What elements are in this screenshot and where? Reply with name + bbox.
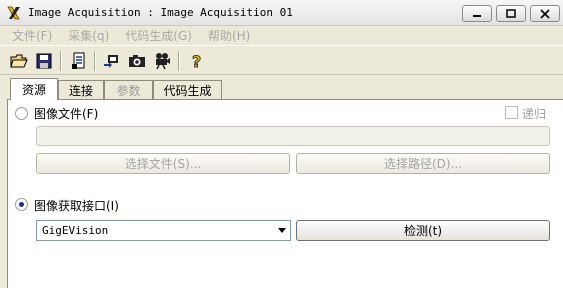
select-path-button[interactable]: 选择路径(D)... [296, 153, 550, 174]
tab-resources[interactable]: 资源 [10, 78, 58, 100]
menu-acquire[interactable]: 采集(q) [68, 27, 109, 44]
live-icon [156, 53, 170, 70]
maximize-button[interactable] [496, 5, 526, 22]
save-icon [36, 53, 52, 69]
close-icon [540, 8, 550, 19]
toolbar-separator [178, 51, 180, 71]
tab-connection[interactable]: 连接 [58, 80, 104, 99]
interface-select-value: GigEVision [42, 224, 109, 237]
close-button[interactable] [530, 5, 560, 22]
help-icon: ? [192, 52, 202, 70]
detect-button[interactable]: 检测(t) [296, 220, 550, 241]
open-folder-icon [10, 54, 28, 68]
image-files-label: 图像文件(F) [34, 107, 99, 121]
menu-bar: 文件(F) 采集(q) 代码生成(G) 帮助(H) [0, 26, 563, 44]
properties-button[interactable] [68, 50, 90, 72]
toolbar-separator [94, 51, 96, 71]
snap-icon [129, 55, 145, 67]
open-button[interactable] [8, 50, 30, 72]
select-file-button[interactable]: 选择文件(S)... [36, 153, 290, 174]
live-button[interactable] [151, 50, 173, 72]
help-button[interactable]: ? [186, 50, 208, 72]
chevron-down-icon [278, 228, 286, 233]
toolbar: ? [0, 45, 563, 75]
recursive-label: 递归 [522, 107, 547, 121]
connect-camera-icon [104, 55, 118, 68]
recursive-checkbox[interactable] [505, 106, 518, 119]
minimize-icon [473, 14, 481, 17]
app-icon [7, 6, 20, 20]
minimize-button[interactable] [462, 5, 492, 22]
image-files-radio[interactable] [15, 107, 28, 120]
tab-parameters[interactable]: 参数 [104, 80, 153, 99]
menu-help[interactable]: 帮助(H) [208, 27, 250, 44]
svg-text:?: ? [192, 52, 201, 70]
image-path-field[interactable] [36, 126, 550, 146]
toolbar-separator [60, 51, 62, 71]
snap-button[interactable] [126, 50, 148, 72]
save-button[interactable] [33, 50, 55, 72]
tab-code-generation[interactable]: 代码生成 [153, 80, 222, 99]
title-bar: Image Acquisition : Image Acquisition 01 [0, 0, 563, 26]
window-title: Image Acquisition : Image Acquisition 01 [28, 6, 293, 19]
interface-select[interactable]: GigEVision [36, 220, 291, 241]
menu-file[interactable]: 文件(F) [12, 27, 52, 44]
maximize-icon [506, 9, 516, 18]
properties-icon [72, 52, 85, 69]
connect-button[interactable] [101, 50, 123, 72]
acq-interface-radio[interactable] [15, 198, 28, 211]
acq-interface-label: 图像获取接口(I) [34, 199, 119, 213]
menu-code-generation[interactable]: 代码生成(G) [125, 27, 192, 44]
